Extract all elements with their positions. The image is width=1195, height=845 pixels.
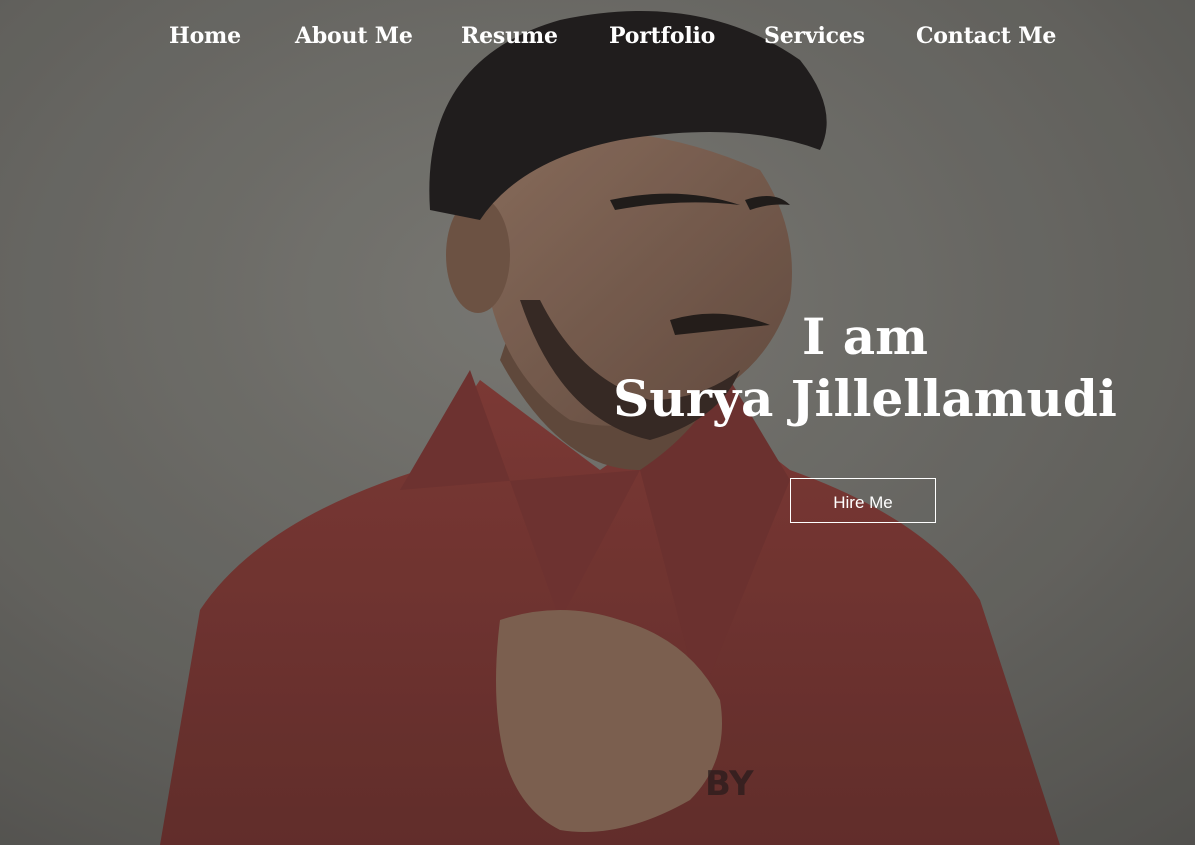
hero-section: BY Home About Me Resume Portfolio Servic… (0, 0, 1195, 845)
nav-item-about-me[interactable]: About Me (295, 18, 413, 54)
hero-headline-name: Surya Jillellamudi (613, 369, 1117, 428)
top-navigation: Home About Me Resume Portfolio Services … (0, 18, 1195, 54)
nav-item-home[interactable]: Home (169, 18, 241, 54)
nav-item-contact-me[interactable]: Contact Me (916, 18, 1056, 54)
nav-item-services[interactable]: Services (764, 18, 865, 54)
nav-item-portfolio[interactable]: Portfolio (609, 18, 715, 54)
hire-me-button[interactable]: Hire Me (790, 478, 936, 523)
nav-item-resume[interactable]: Resume (461, 18, 558, 54)
hero-headline-line-1: I am (801, 307, 929, 366)
hero-headline: I am Surya Jillellamudi (600, 306, 1130, 430)
